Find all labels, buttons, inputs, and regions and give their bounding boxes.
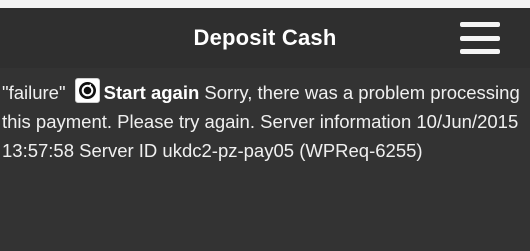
menu-line xyxy=(460,22,500,27)
start-again-link[interactable]: Start again xyxy=(104,82,200,103)
hamburger-menu-icon[interactable] xyxy=(460,22,500,54)
top-strip xyxy=(0,0,530,8)
page-title: Deposit Cash xyxy=(193,25,337,50)
status-text: "failure" xyxy=(2,82,66,103)
message-panel: "failure" Start again Sorry, there was a… xyxy=(0,68,530,251)
deposit-cash-screen: Deposit Cash "failure" Start again Sorry… xyxy=(0,0,530,251)
error-message: "failure" Start again Sorry, there was a… xyxy=(2,78,526,165)
header-bar: Deposit Cash xyxy=(0,8,530,68)
menu-line xyxy=(460,35,500,41)
retry-icon[interactable] xyxy=(74,78,100,103)
menu-line xyxy=(460,49,500,54)
